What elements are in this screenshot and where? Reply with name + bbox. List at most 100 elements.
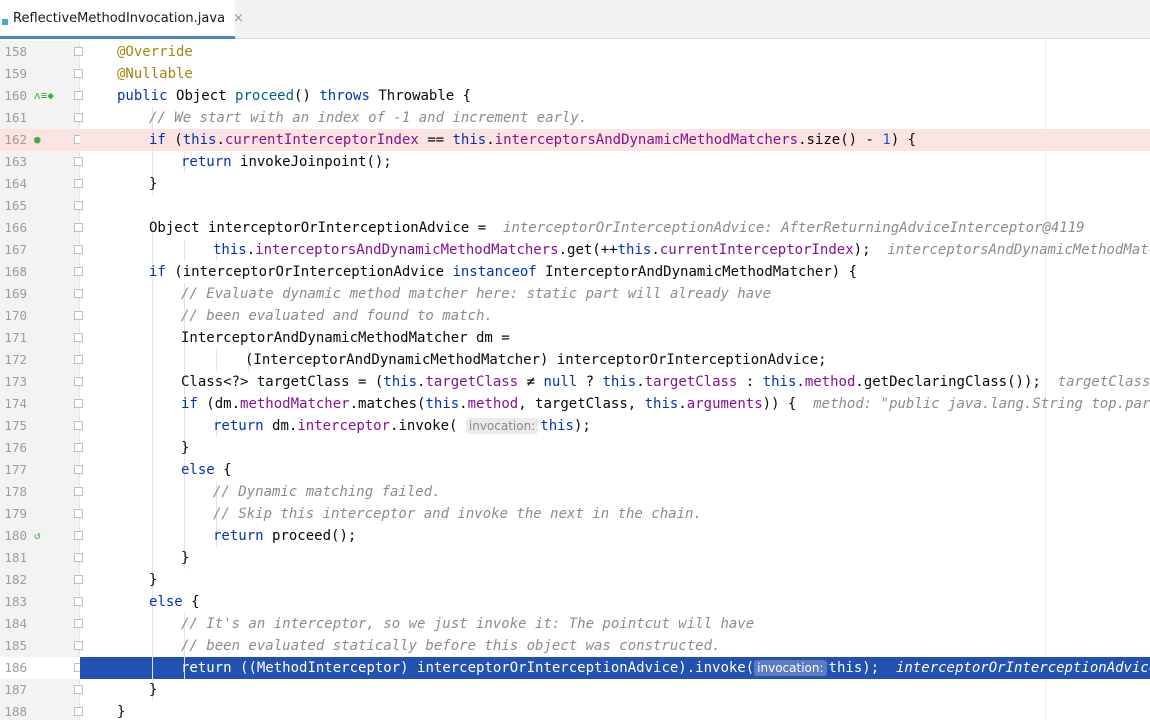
code-line-area[interactable]: @Nullable [80, 63, 1150, 85]
code-line-area[interactable]: if (dm.methodMatcher.matches(this.method… [80, 393, 1150, 415]
code-line-area[interactable]: Class<?> targetClass = (this.targetClass… [80, 371, 1150, 393]
code-line-area[interactable]: } [80, 437, 1150, 459]
code-line[interactable]: 179 // Skip this interceptor and invoke t… [0, 503, 1150, 525]
gutter-cell[interactable]: 178 [0, 481, 83, 503]
gutter-cell[interactable]: 185 [0, 635, 83, 657]
gutter-cell[interactable]: 187 [0, 679, 83, 701]
gutter-cell[interactable]: 180 ↺ [0, 525, 83, 547]
code-line-area[interactable]: } [80, 701, 1150, 720]
code-line-area[interactable]: // We start with an index of -1 and incr… [80, 107, 1150, 129]
code-line-area[interactable]: // It's an interceptor, so we just invok… [80, 613, 1150, 635]
code-line[interactable]: 182} [0, 569, 1150, 591]
gutter-cell[interactable]: 160 ᴧ≡◆ [0, 85, 83, 107]
gutter-cell[interactable]: 179 [0, 503, 83, 525]
gutter-cell[interactable]: 163 [0, 151, 83, 173]
code-token: proceed [235, 88, 295, 104]
gutter-cell[interactable]: 184 [0, 613, 83, 635]
code-line-area[interactable]: // been evaluated and found to match. [80, 305, 1150, 327]
gutter-cell[interactable]: 176 [0, 437, 83, 459]
gutter-cell[interactable]: 165 [0, 195, 83, 217]
gutter-cell[interactable]: 171 [0, 327, 83, 349]
gutter-marker-icon[interactable]: ᴧ≡◆ [34, 85, 54, 107]
code-line[interactable]: 168 if (interceptorOrInterceptionAdvice i… [0, 261, 1150, 283]
code-line[interactable]: 158 @Override [0, 41, 1150, 63]
gutter-cell[interactable]: 166 [0, 217, 83, 239]
gutter-cell[interactable]: 161 [0, 107, 83, 129]
gutter-cell[interactable]: 172 [0, 349, 83, 371]
code-line-area[interactable]: InterceptorAndDynamicMethodMatcher dm = [80, 327, 1150, 349]
code-line[interactable]: 185 // been evaluated statically before t… [0, 635, 1150, 657]
gutter-marker-icon[interactable]: ↺ [34, 525, 41, 547]
gutter-cell[interactable]: 169 [0, 283, 83, 305]
gutter-cell[interactable]: 175 [0, 415, 83, 437]
gutter-cell[interactable]: 159 [0, 63, 83, 85]
close-icon[interactable]: × [233, 11, 244, 26]
gutter-cell[interactable]: 188 [0, 701, 83, 720]
gutter-cell[interactable]: 167 [0, 239, 83, 261]
code-line-area[interactable]: @Override [80, 41, 1150, 63]
code-line-area[interactable]: (InterceptorAndDynamicMethodMatcher) int… [80, 349, 1150, 371]
gutter-cell[interactable]: 173 [0, 371, 83, 393]
code-line-area[interactable]: return dm.interceptor.invoke( invocation… [80, 415, 1150, 437]
code-line[interactable]: 180 ↺ return proceed(); [0, 525, 1150, 547]
gutter-cell[interactable]: 181 [0, 547, 83, 569]
code-line[interactable]: 187} [0, 679, 1150, 701]
code-line[interactable]: 183 else { [0, 591, 1150, 613]
code-line[interactable]: 164} [0, 173, 1150, 195]
code-line-area[interactable]: // Evaluate dynamic method matcher here:… [80, 283, 1150, 305]
code-line-area[interactable]: if (interceptorOrInterceptionAdvice inst… [80, 261, 1150, 283]
code-line-area[interactable]: } [80, 569, 1150, 591]
code-line[interactable]: 188} [0, 701, 1150, 720]
code-line[interactable]: 163 return invokeJoinpoint(); [0, 151, 1150, 173]
code-line[interactable]: 166 Object interceptorOrInterceptionAdvic… [0, 217, 1150, 239]
code-line-area[interactable]: } [80, 679, 1150, 701]
gutter-cell[interactable]: 162 ● [0, 129, 83, 151]
code-line-area[interactable]: return proceed(); [80, 525, 1150, 547]
gutter-cell[interactable]: 186 [0, 657, 83, 679]
code-editor[interactable]: 158 @Override 159 @Nullable 160 ᴧ≡◆ public Obj… [0, 41, 1150, 720]
code-line-area[interactable]: // Skip this interceptor and invoke the … [80, 503, 1150, 525]
gutter-cell[interactable]: 177 [0, 459, 83, 481]
code-line-area[interactable]: public Object proceed() throws Throwable… [80, 85, 1150, 107]
code-line[interactable]: 173 Class<?> targetClass = (this.targetCl… [0, 371, 1150, 393]
code-line[interactable]: 160 ᴧ≡◆ public Object proceed() throws Thr… [0, 85, 1150, 107]
code-line[interactable]: 178 // Dynamic matching failed. [0, 481, 1150, 503]
gutter-cell[interactable]: 174 [0, 393, 83, 415]
code-line-area[interactable]: } [80, 173, 1150, 195]
gutter-cell[interactable]: 164 [0, 173, 83, 195]
code-line[interactable]: 165 [0, 195, 1150, 217]
code-line[interactable]: 170 // been evaluated and found to match. [0, 305, 1150, 327]
code-line-area[interactable]: // been evaluated statically before this… [80, 635, 1150, 657]
code-line-area[interactable]: return invokeJoinpoint(); [80, 151, 1150, 173]
gutter-cell[interactable]: 168 [0, 261, 83, 283]
code-line-area[interactable]: else { [80, 459, 1150, 481]
code-line[interactable]: 162 ● if (this.currentInterceptorIndex == … [0, 129, 1150, 151]
code-line[interactable]: 181} [0, 547, 1150, 569]
code-line-area[interactable]: else { [80, 591, 1150, 613]
gutter-cell[interactable]: 158 [0, 41, 83, 63]
code-line[interactable]: 184 // It's an interceptor, so we just in… [0, 613, 1150, 635]
code-line-area[interactable]: if (this.currentInterceptorIndex == this… [80, 129, 1150, 151]
code-line[interactable]: 174 if (dm.methodMatcher.matches(this.met… [0, 393, 1150, 415]
code-line-area[interactable]: Object interceptorOrInterceptionAdvice =… [80, 217, 1150, 239]
gutter-marker-icon[interactable]: ● [34, 129, 41, 151]
code-line[interactable]: 172 (InterceptorAndDynamicMethodMatcher) … [0, 349, 1150, 371]
code-line[interactable]: 186 return ((MethodInterceptor) intercept… [0, 657, 1150, 679]
code-line-area[interactable]: } [80, 547, 1150, 569]
gutter-cell[interactable]: 183 [0, 591, 83, 613]
code-line[interactable]: 175 return dm.interceptor.invoke( invocat… [0, 415, 1150, 437]
code-line[interactable]: 167 this.interceptorsAndDynamicMethodMatc… [0, 239, 1150, 261]
gutter-cell[interactable]: 170 [0, 305, 83, 327]
code-line[interactable]: 171 InterceptorAndDynamicMethodMatcher dm… [0, 327, 1150, 349]
code-line-area[interactable]: this.interceptorsAndDynamicMethodMatcher… [80, 239, 1150, 261]
code-line-area[interactable] [80, 195, 1150, 217]
code-line-area[interactable]: // Dynamic matching failed. [80, 481, 1150, 503]
code-line[interactable]: 177 else { [0, 459, 1150, 481]
code-line[interactable]: 176} [0, 437, 1150, 459]
gutter-cell[interactable]: 182 [0, 569, 83, 591]
code-line[interactable]: 161 // We start with an index of -1 and i… [0, 107, 1150, 129]
tab-reflective-method-invocation[interactable]: ReflectiveMethodInvocation.java × [0, 0, 244, 39]
code-line-area[interactable]: return ((MethodInterceptor) interceptorO… [80, 657, 1150, 679]
code-line[interactable]: 169 // Evaluate dynamic method matcher he… [0, 283, 1150, 305]
code-line[interactable]: 159 @Nullable [0, 63, 1150, 85]
